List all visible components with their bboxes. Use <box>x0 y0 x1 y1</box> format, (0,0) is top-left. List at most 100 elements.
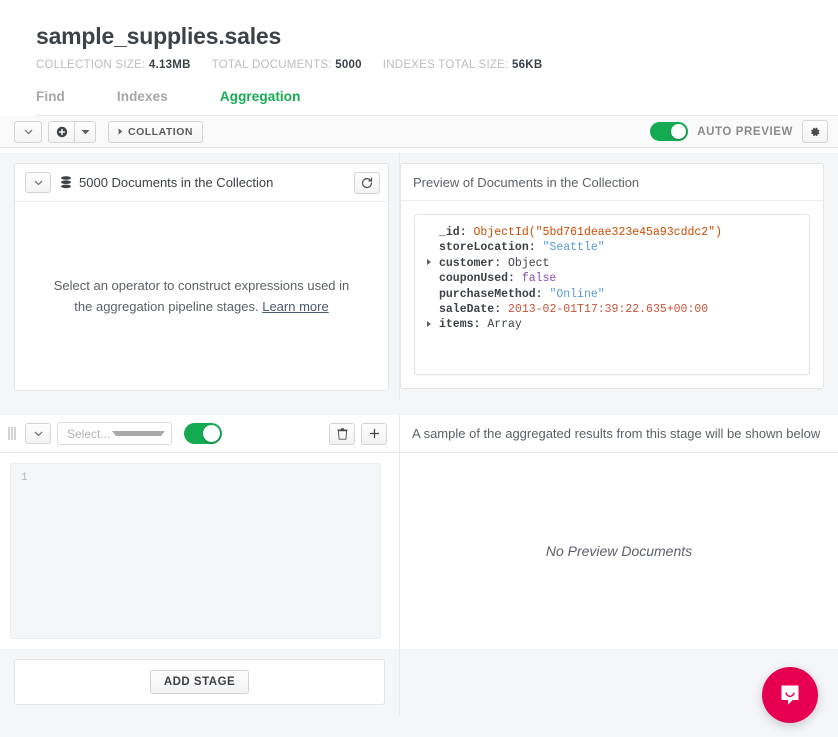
learn-more-link[interactable]: Learn more <box>262 299 328 314</box>
delete-stage-button[interactable] <box>329 423 355 445</box>
refresh-icon <box>361 177 373 189</box>
trash-icon <box>337 428 348 440</box>
stage-preview-body: No Preview Documents <box>400 453 838 649</box>
document-field-customer: customer: Object <box>427 256 797 271</box>
input-documents-card: 5000 Documents in the Collection Select … <box>14 163 389 391</box>
caret-down-icon <box>81 129 90 135</box>
stage-operator-select[interactable]: Select... <box>57 422 172 445</box>
field-key: customer <box>439 257 494 270</box>
field-value: ObjectId("5bd761deae323e45a93cddc2") <box>474 226 722 239</box>
field-key: purchaseMethod <box>439 288 536 301</box>
pipeline-stage-preview-side: A sample of the aggregated results from … <box>400 415 838 649</box>
save-pipeline-dropdown[interactable] <box>74 121 96 143</box>
input-documents-header: 5000 Documents in the Collection <box>15 164 388 202</box>
stat-label: TOTAL DOCUMENTS: <box>212 59 332 71</box>
document-field-purchaseMethod: purchaseMethod: "Online" <box>427 287 797 302</box>
operator-hint: Select an operator to construct expressi… <box>43 275 360 317</box>
field-key: storeLocation <box>439 241 529 254</box>
caret-right-icon <box>118 128 123 135</box>
editor-line-number: 1 <box>11 470 380 486</box>
document-field-items: items: Array <box>427 317 797 332</box>
add-stage-card: ADD STAGE <box>14 659 385 705</box>
tab-find[interactable]: Find <box>36 85 65 115</box>
expand-caret-icon[interactable] <box>427 321 431 327</box>
stat-label: INDEXES TOTAL SIZE: <box>383 59 509 71</box>
field-key: items <box>439 318 474 331</box>
tab-indexes[interactable]: Indexes <box>117 85 168 115</box>
stage-preview-title: A sample of the aggregated results from … <box>412 426 820 441</box>
add-stage-left: ADD STAGE <box>0 649 400 715</box>
toolbar-left-group: COLLATION <box>14 121 203 143</box>
chevron-down-icon <box>34 431 43 437</box>
field-value: 2013-02-01T17:39:22.635+00:00 <box>508 303 708 316</box>
stat-value: 5000 <box>335 59 362 71</box>
field-value: "Seattle" <box>543 241 605 254</box>
stat-indexes-total-size: INDEXES TOTAL SIZE: 56KB <box>383 59 543 71</box>
toolbar-right-group: AUTO PREVIEW <box>650 120 828 143</box>
toggle-knob <box>671 124 686 139</box>
add-stage-row: ADD STAGE <box>0 649 838 715</box>
expand-caret-icon[interactable] <box>427 259 431 265</box>
field-value: Object <box>508 257 549 270</box>
field-value: "Online" <box>549 288 604 301</box>
field-value: false <box>522 272 557 285</box>
refresh-documents-button[interactable] <box>354 172 380 194</box>
input-stage-empty-state: Select an operator to construct expressi… <box>15 202 388 390</box>
stat-value: 4.13MB <box>149 59 191 71</box>
collation-toggle-button[interactable]: COLLATION <box>108 121 203 143</box>
input-preview-title: Preview of Documents in the Collection <box>413 175 639 190</box>
aggregation-page: sample_supplies.sales COLLECTION SIZE: 4… <box>0 0 838 737</box>
stat-collection-size: COLLECTION SIZE: 4.13MB <box>36 59 191 71</box>
stage-preview-header: A sample of the aggregated results from … <box>400 415 838 453</box>
document-field-saleDate: saleDate: 2013-02-01T17:39:22.635+00:00 <box>427 302 797 317</box>
document-field-couponUsed: couponUsed: false <box>427 271 797 286</box>
field-key: saleDate <box>439 303 494 316</box>
document-field-_id: _id: ObjectId("5bd761deae323e45a93cddc2"… <box>427 225 797 240</box>
plus-icon <box>369 428 380 439</box>
chevron-down-icon <box>24 129 33 135</box>
gear-icon <box>809 126 821 138</box>
pipeline-stage-1: Select... <box>0 415 838 649</box>
chevron-down-icon <box>34 180 43 186</box>
stage-header: Select... <box>0 415 399 453</box>
preview-document: _id: ObjectId("5bd761deae323e45a93cddc2"… <box>414 214 810 375</box>
pipeline-body: 5000 Documents in the Collection Select … <box>0 153 838 737</box>
page-title: sample_supplies.sales <box>36 22 838 50</box>
save-pipeline-button[interactable] <box>48 121 74 143</box>
field-key: _id <box>439 226 460 239</box>
input-preview-header: Preview of Documents in the Collection <box>400 163 824 201</box>
input-documents-count: 5000 Documents in the Collection <box>79 175 354 190</box>
pipeline-toolbar: COLLATION AUTO PREVIEW <box>0 116 838 148</box>
stage-collapse-button[interactable] <box>25 423 51 444</box>
input-stage-collapse-button[interactable] <box>25 172 51 193</box>
collapse-all-button[interactable] <box>14 121 42 143</box>
database-icon <box>60 176 72 189</box>
toggle-knob <box>203 425 220 442</box>
collection-stats: COLLECTION SIZE: 4.13MB TOTAL DOCUMENTS:… <box>36 59 838 71</box>
field-key: couponUsed <box>439 272 508 285</box>
auto-preview-label: AUTO PREVIEW <box>697 126 793 138</box>
input-preview-body: _id: ObjectId("5bd761deae323e45a93cddc2"… <box>400 201 824 389</box>
drag-handle[interactable] <box>8 427 18 441</box>
collection-tabs: Find Indexes Aggregation <box>36 85 838 116</box>
auto-preview-toggle[interactable] <box>650 122 688 141</box>
input-stage-left: 5000 Documents in the Collection Select … <box>0 153 400 401</box>
stat-total-documents: TOTAL DOCUMENTS: 5000 <box>212 59 362 71</box>
field-value: Array <box>487 318 522 331</box>
stat-label: COLLECTION SIZE: <box>36 59 145 71</box>
document-field-storeLocation: storeLocation: "Seattle" <box>427 240 797 255</box>
stage-code-editor[interactable]: 1 <box>10 463 381 639</box>
settings-button[interactable] <box>802 120 828 143</box>
stage-enabled-toggle[interactable] <box>184 423 222 444</box>
add-stage-button[interactable]: ADD STAGE <box>150 670 249 694</box>
chat-launcher-button[interactable] <box>762 667 818 723</box>
tab-aggregation[interactable]: Aggregation <box>220 85 301 115</box>
no-preview-message: No Preview Documents <box>546 543 692 559</box>
input-stage-block: 5000 Documents in the Collection Select … <box>0 153 838 401</box>
stage-operator-placeholder: Select... <box>67 427 112 441</box>
plus-circle-icon <box>56 126 68 138</box>
chat-bubble-icon <box>777 682 803 708</box>
pipeline-stage-editor-side: Select... <box>0 415 400 649</box>
chevron-down-icon <box>112 431 165 436</box>
add-stage-after-button[interactable] <box>361 423 387 445</box>
